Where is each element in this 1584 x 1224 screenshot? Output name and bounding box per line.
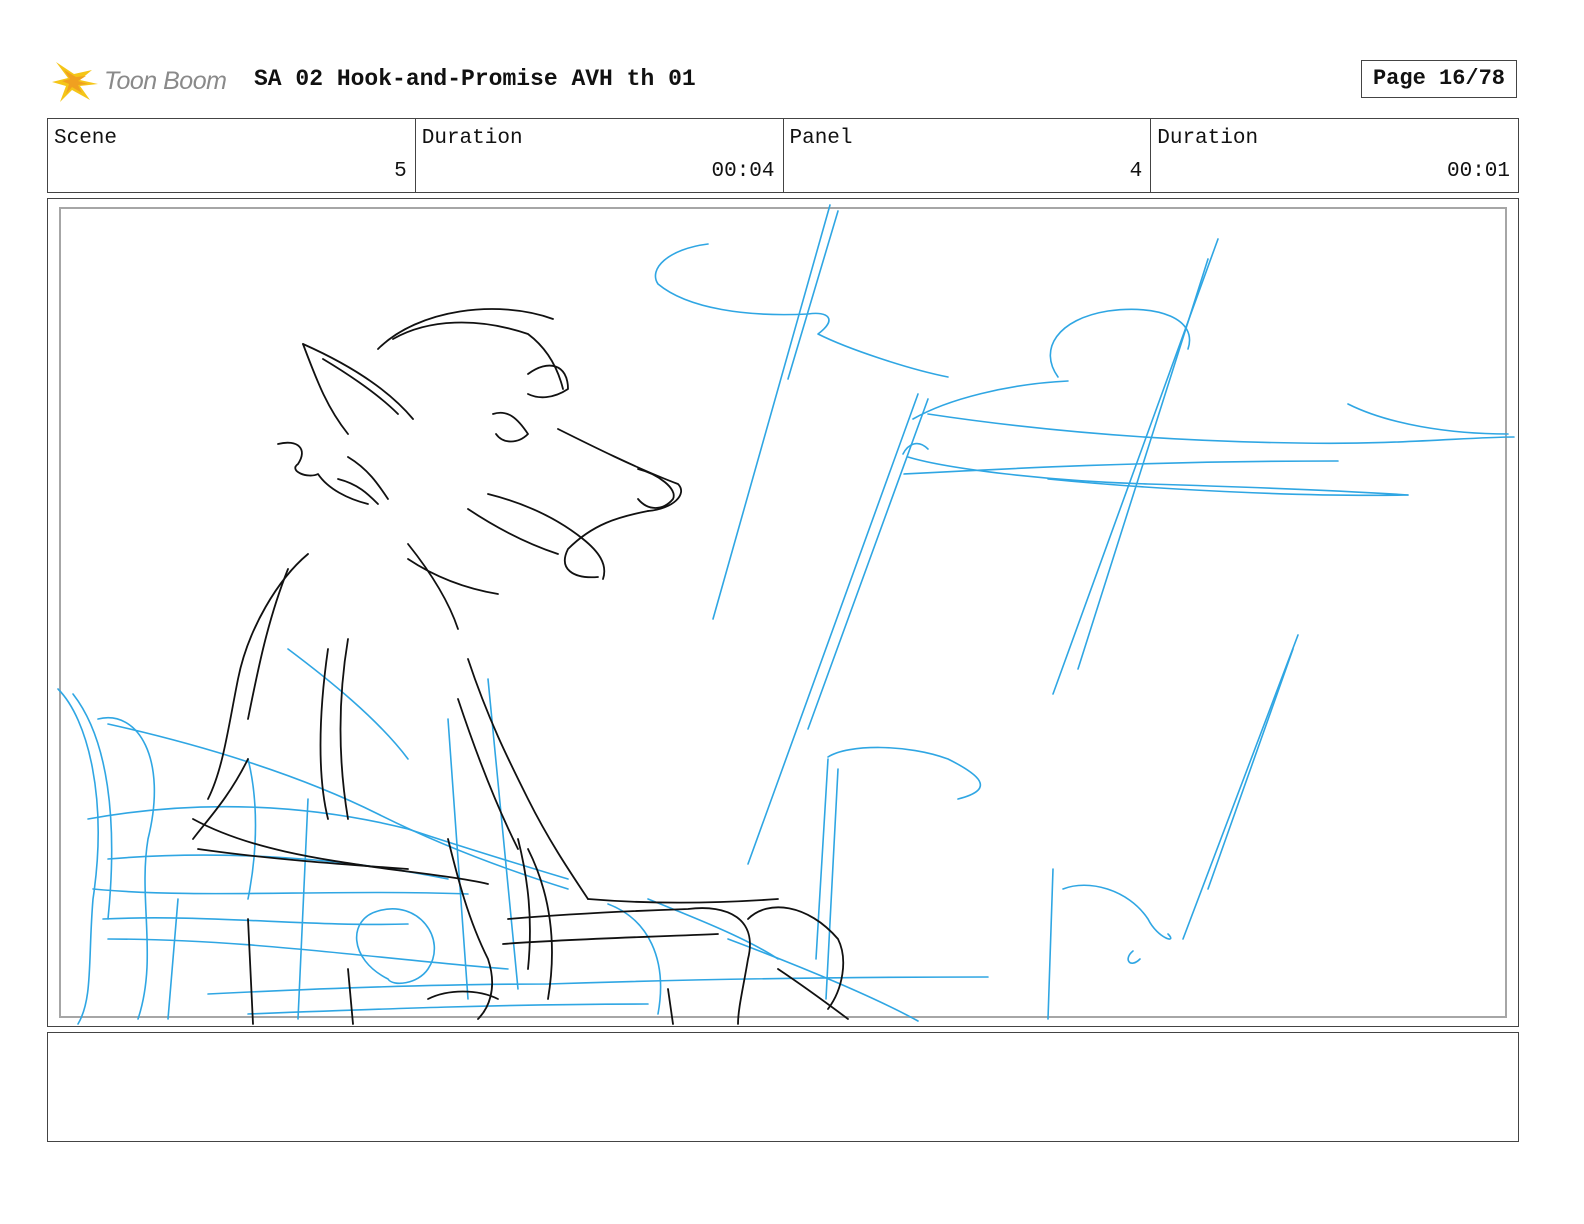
action-notes-box	[47, 1032, 1519, 1142]
character-ink-lines	[192, 308, 849, 1025]
blue-rough-lines	[57, 204, 1515, 1025]
page-indicator: Page 16/78	[1361, 60, 1517, 98]
panel-value: 4	[1129, 160, 1143, 183]
panel-duration-label: Duration	[1157, 127, 1259, 150]
scene-duration-value: 00:04	[711, 160, 775, 183]
panel-info-table: Scene 5 Duration 00:04 Panel 4 Duration …	[47, 118, 1519, 193]
scene-duration-cell: Duration 00:04	[416, 119, 784, 192]
scene-duration-label: Duration	[421, 127, 523, 150]
storyboard-panel	[47, 198, 1519, 1027]
brand-name: Toon Boom	[104, 67, 227, 95]
panel-cell: Panel 4	[784, 119, 1152, 192]
starburst-icon	[52, 62, 98, 102]
scene-value: 5	[394, 160, 407, 183]
scene-cell: Scene 5	[48, 119, 416, 192]
scene-label: Scene	[54, 127, 118, 150]
panel-label: Panel	[789, 127, 853, 150]
rough-sketch-drawing	[57, 204, 1515, 1025]
panel-duration-value: 00:01	[1446, 160, 1510, 183]
toon-boom-logo: Toon Boom	[52, 56, 242, 106]
document-title: SA 02 Hook-and-Promise AVH th 01	[254, 66, 696, 92]
panel-duration-cell: Duration 00:01	[1151, 119, 1518, 192]
